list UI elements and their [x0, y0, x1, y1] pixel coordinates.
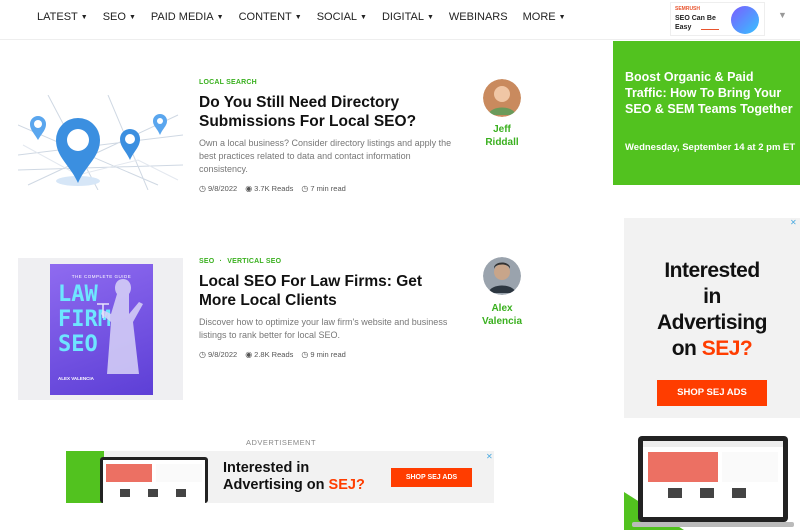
chevron-down-icon: ▼	[216, 14, 224, 21]
article-date: 9/8/2022	[207, 350, 238, 359]
promo-title: Boost Organic & Paid Traffic: How To Bri…	[625, 70, 793, 116]
webinar-promo[interactable]: Boost Organic & Paid Traffic: How To Bri…	[613, 41, 800, 185]
chevron-down-icon[interactable]: ▼	[778, 10, 787, 20]
clock-icon: ◷	[199, 350, 206, 359]
laptop-image	[624, 436, 794, 530]
article-categories: SEO · VERTICAL SEO	[199, 258, 281, 265]
article-reads: 3.7K Reads	[254, 184, 294, 193]
ad-headline: Interested in Advertising on SEJ?	[656, 259, 768, 360]
top-navigation: LATEST ▼ SEO ▼ PAID MEDIA ▼ CONTENT ▼ SOCIAL…	[0, 0, 800, 40]
chevron-down-icon: ▼	[558, 14, 566, 21]
eye-icon: ◉	[245, 184, 253, 193]
article-date: 9/8/2022	[207, 184, 238, 193]
category-link[interactable]: VERTICAL SEO	[227, 258, 281, 265]
eye-icon: ◉	[245, 350, 253, 359]
article-category[interactable]: LOCAL SEARCH	[199, 79, 257, 86]
decorative-line	[701, 29, 719, 30]
chevron-down-icon: ▼	[128, 14, 136, 21]
ebook-cover: THE COMPLETE GUIDE LAW FIRM SEO ALEX VAL…	[50, 264, 153, 395]
article-read-time: 9 min read	[310, 350, 346, 359]
chevron-down-icon: ▼	[80, 14, 88, 21]
sidebar-advertisement-laptop[interactable]	[624, 432, 800, 530]
ad-choices-icon[interactable]: ✕	[486, 452, 493, 461]
nav-item-webinars[interactable]: WEBINARS	[449, 11, 508, 23]
article-reads: 2.8K Reads	[254, 350, 294, 359]
article-title[interactable]: Local SEO For Law Firms: Get More Local …	[199, 272, 459, 310]
nav-item-digital[interactable]: DIGITAL ▼	[382, 11, 434, 23]
author-avatar[interactable]	[483, 79, 521, 117]
shop-sej-ads-button[interactable]: SHOP SEJ ADS	[657, 380, 767, 406]
nav-item-paid-media[interactable]: PAID MEDIA ▼	[151, 11, 224, 23]
advertisement-label: ADVERTISEMENT	[246, 438, 317, 447]
justice-statue-image	[97, 279, 143, 374]
bottom-advertisement[interactable]: Interested in Advertising on SEJ? SHOP S…	[66, 451, 494, 503]
timer-icon: ◷	[301, 350, 309, 359]
semrush-sponsor-badge[interactable]: SEMRUSH SEO Can Be Easy	[670, 2, 765, 36]
article-read-time: 7 min read	[310, 184, 346, 193]
nav-item-more[interactable]: MORE ▼	[523, 11, 566, 23]
article-title[interactable]: Do You Still Need Directory Submissions …	[199, 93, 459, 131]
article-thumbnail-map-pins[interactable]	[18, 95, 183, 190]
ad-choices-icon[interactable]: ✕	[790, 218, 797, 227]
sidebar-advertisement[interactable]: Interested in Advertising on SEJ? SHOP S…	[624, 218, 800, 418]
timer-icon: ◷	[301, 184, 309, 193]
article-meta: ◷ 9/8/2022 ◉ 3.7K Reads ◷ 7 min read	[199, 184, 346, 193]
category-link[interactable]: SEO	[199, 258, 214, 265]
promo-date: Wednesday, September 14 at 2 pm ET	[625, 142, 796, 153]
author-avatar[interactable]	[483, 257, 521, 295]
clock-icon: ◷	[199, 184, 206, 193]
shop-sej-ads-button[interactable]: SHOP SEJ ADS	[391, 468, 472, 487]
author-name[interactable]: Jeff Riddall	[478, 123, 526, 149]
chevron-down-icon: ▼	[426, 14, 434, 21]
nav-item-content[interactable]: CONTENT ▼	[239, 11, 302, 23]
chevron-down-icon: ▼	[360, 14, 367, 21]
category-separator: ·	[219, 258, 223, 265]
nav-menu: LATEST ▼ SEO ▼ PAID MEDIA ▼ CONTENT ▼ SOCIAL…	[37, 11, 581, 23]
article-meta: ◷ 9/8/2022 ◉ 2.8K Reads ◷ 9 min read	[199, 350, 346, 359]
chevron-down-icon: ▼	[294, 14, 302, 21]
nav-item-social[interactable]: SOCIAL ▼	[317, 11, 367, 23]
article-excerpt: Own a local business? Consider directory…	[199, 138, 452, 174]
sponsor-avatar	[731, 6, 759, 34]
laptop-image	[100, 457, 208, 503]
nav-item-seo[interactable]: SEO ▼	[103, 11, 136, 23]
article-excerpt: Discover how to optimize your law firm's…	[199, 317, 448, 340]
article-thumbnail-ebook[interactable]: THE COMPLETE GUIDE LAW FIRM SEO ALEX VAL…	[18, 258, 183, 400]
nav-item-latest[interactable]: LATEST ▼	[37, 11, 88, 23]
semrush-logo: SEMRUSH	[675, 6, 701, 12]
ad-headline: Interested in Advertising on SEJ?	[223, 460, 365, 493]
ebook-cover-author: ALEX VALENCIA	[58, 376, 94, 381]
author-name[interactable]: Alex Valencia	[478, 302, 526, 328]
